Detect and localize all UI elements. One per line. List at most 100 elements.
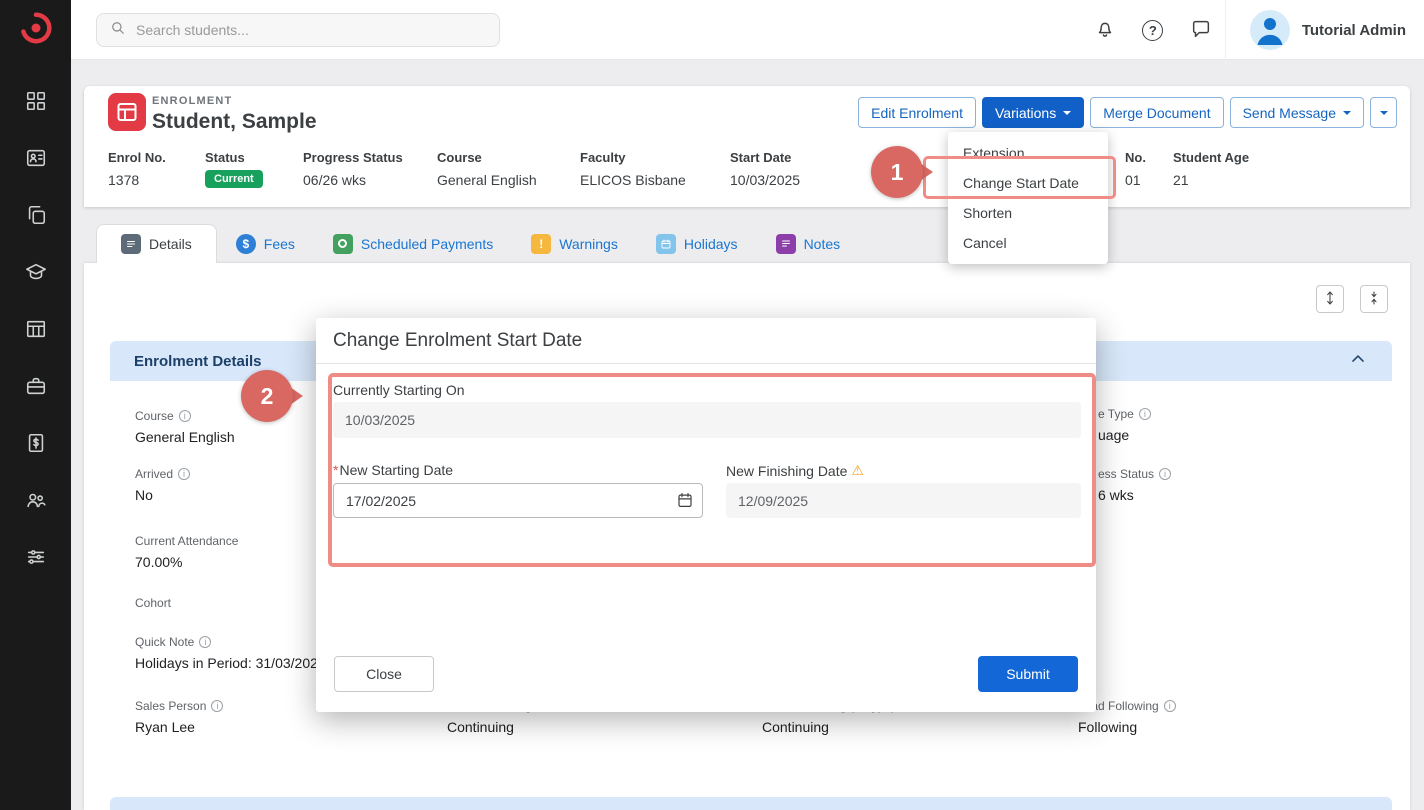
sidebar-item-community[interactable] xyxy=(18,487,54,517)
required-asterisk xyxy=(333,462,338,478)
feedback-button[interactable] xyxy=(1177,0,1225,60)
menu-item-shorten[interactable]: Shorten xyxy=(948,198,1108,228)
info-course: Course General English xyxy=(437,150,537,188)
field-cohort: Cohort xyxy=(135,596,171,616)
chevron-up-icon xyxy=(1348,349,1368,374)
field-quick-note: Quick Note Holidays in Period: 31/03/202… xyxy=(135,635,326,671)
entity-kicker: ENROLMENT xyxy=(152,95,232,107)
change-start-date-modal: Change Enrolment Start Date Currently St… xyxy=(316,318,1096,712)
expand-arrows-icon xyxy=(1322,290,1338,309)
currently-starting-label: Currently Starting On xyxy=(333,382,465,398)
coin-icon xyxy=(333,234,353,254)
app-root: Tutorial Admin ENROLMENT Student, Sample… xyxy=(0,0,1424,810)
tab-details[interactable]: Details xyxy=(96,224,217,263)
topbar-actions: Tutorial Admin xyxy=(1081,0,1424,60)
sidebar-item-agents[interactable] xyxy=(18,373,54,403)
send-message-button[interactable]: Send Message xyxy=(1230,97,1364,128)
tab-notes[interactable]: Notes xyxy=(757,224,860,263)
collapse-all-button[interactable] xyxy=(1360,285,1388,313)
sidebar-item-dashboard[interactable] xyxy=(18,88,54,118)
enrolment-icon xyxy=(108,93,146,131)
info-student-age: Student Age 21 xyxy=(1173,150,1249,188)
merge-document-button[interactable]: Merge Document xyxy=(1090,97,1223,128)
section-title: Enrolment Details xyxy=(134,353,262,370)
field-arrived: Arrived No xyxy=(135,467,190,503)
contact-card-icon xyxy=(25,147,47,174)
info-icon xyxy=(199,636,211,648)
visa-details-header[interactable]: Visa Details xyxy=(110,797,1392,810)
avatar xyxy=(1250,10,1290,50)
new-starting-date-label: New Starting Date xyxy=(333,462,453,478)
info-icon xyxy=(178,468,190,480)
more-actions-button[interactable] xyxy=(1370,97,1397,128)
calendar-icon xyxy=(656,234,676,254)
sidebar-item-settings[interactable] xyxy=(18,544,54,574)
dashboard-icon xyxy=(25,90,47,117)
info-start-date: Start Date 10/03/2025 xyxy=(730,150,800,188)
people-icon xyxy=(25,489,47,516)
variations-button[interactable]: Variations xyxy=(982,97,1084,128)
modal-close-button[interactable]: Close xyxy=(334,656,434,692)
page-title: Student, Sample xyxy=(152,110,317,134)
info-enrol-no: Enrol No. 1378 xyxy=(108,150,166,188)
sidebar-nav xyxy=(0,88,71,574)
currently-starting-field: 10/03/2025 xyxy=(333,402,1081,438)
status-badge: Current xyxy=(205,170,263,188)
enrolment-header-card: ENROLMENT Student, Sample Edit Enrolment… xyxy=(84,86,1410,207)
expand-all-button[interactable] xyxy=(1316,285,1344,313)
sidebar-item-contacts[interactable] xyxy=(18,145,54,175)
variations-dropdown-menu: Extension Change Start Date Shorten Canc… xyxy=(948,132,1108,264)
sidebar xyxy=(0,0,71,810)
search-students-input[interactable] xyxy=(136,22,487,38)
menu-item-change-start-date[interactable]: Change Start Date xyxy=(948,168,1108,198)
tab-warnings[interactable]: Warnings xyxy=(512,224,637,263)
briefcase-icon xyxy=(25,375,47,402)
notifications-button[interactable] xyxy=(1081,0,1129,60)
chevron-down-icon xyxy=(1343,111,1351,119)
field-type-fragment: e Type uage xyxy=(1098,407,1151,443)
new-starting-date-input[interactable] xyxy=(333,483,703,518)
field-course: Course General English xyxy=(135,409,235,445)
brand-swirl-icon xyxy=(18,10,54,51)
field-status-fragment: ess Status 6 wks xyxy=(1098,467,1171,503)
info-icon xyxy=(211,700,223,712)
visa-details-section: Visa Details xyxy=(110,797,1392,810)
copy-icon xyxy=(25,204,47,231)
help-button[interactable] xyxy=(1129,0,1177,60)
app-logo[interactable] xyxy=(16,10,56,50)
search-box xyxy=(96,13,500,47)
tab-holidays[interactable]: Holidays xyxy=(637,224,757,263)
sidebar-item-documents[interactable] xyxy=(18,202,54,232)
tab-fees[interactable]: Fees xyxy=(217,224,314,263)
field-current-attendance: Current Attendance 70.00% xyxy=(135,534,238,570)
info-icon xyxy=(1159,468,1171,480)
user-menu[interactable]: Tutorial Admin xyxy=(1225,0,1424,60)
header-buttons: Edit Enrolment Variations Merge Document… xyxy=(858,97,1397,128)
chevron-down-icon xyxy=(1380,111,1388,119)
info-faculty: Faculty ELICOS Bisbane xyxy=(580,150,686,188)
sidebar-item-courses[interactable] xyxy=(18,259,54,289)
topbar: Tutorial Admin xyxy=(71,0,1424,60)
info-status: Status Current xyxy=(205,150,263,188)
modal-title: Change Enrolment Start Date xyxy=(316,318,1096,364)
field-sales-person: Sales Person Ryan Lee xyxy=(135,699,223,735)
new-finishing-date-field: 12/09/2025 xyxy=(726,483,1081,518)
modal-submit-button[interactable]: Submit xyxy=(978,656,1078,692)
warning-icon xyxy=(531,234,551,254)
menu-item-cancel[interactable]: Cancel xyxy=(948,228,1108,258)
info-icon xyxy=(1164,700,1176,712)
graduation-cap-icon xyxy=(25,261,47,288)
sidebar-item-tables[interactable] xyxy=(18,316,54,346)
chat-icon xyxy=(1190,18,1212,43)
user-name: Tutorial Admin xyxy=(1302,22,1406,39)
info-icon xyxy=(179,410,191,422)
menu-item-extension[interactable]: Extension xyxy=(948,138,1108,168)
search-icon xyxy=(109,19,127,42)
collapse-arrows-icon xyxy=(1366,290,1382,309)
enrolment-tabs: Details Fees Scheduled Payments Warnings… xyxy=(96,224,859,263)
info-icon xyxy=(1139,408,1151,420)
new-finishing-date-label: New Finishing Date xyxy=(726,462,864,479)
sidebar-item-finance[interactable] xyxy=(18,430,54,460)
tab-scheduled-payments[interactable]: Scheduled Payments xyxy=(314,224,512,263)
edit-enrolment-button[interactable]: Edit Enrolment xyxy=(858,97,976,128)
